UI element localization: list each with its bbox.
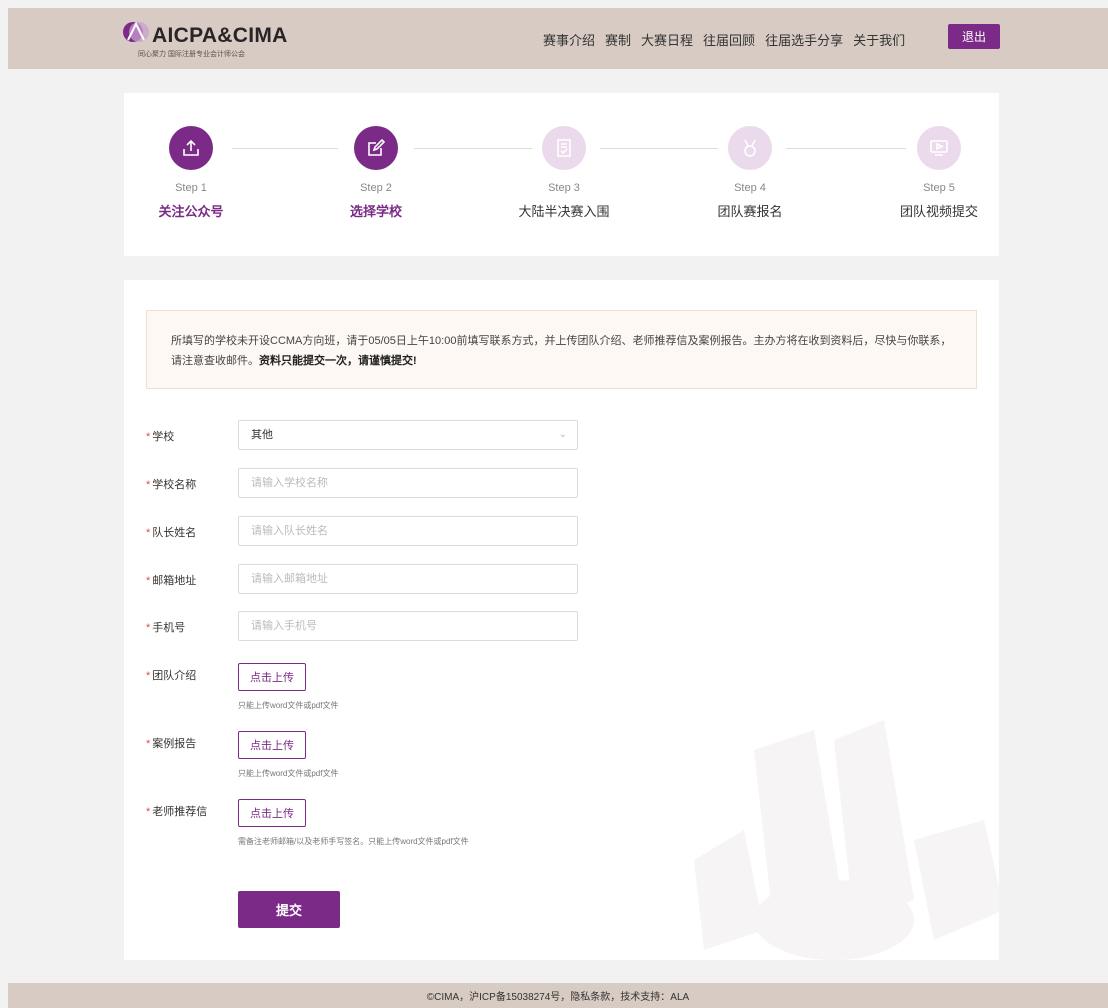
step-title: 团队赛报名 bbox=[717, 204, 783, 219]
step-3: Step 3 大陆半决赛入围 bbox=[504, 126, 624, 220]
step-1: Step 1 关注公众号 bbox=[131, 126, 251, 220]
teacher-letter-hint: 需备注老师邮箱/以及老师手写签名。只能上传word文件或pdf文件 bbox=[238, 837, 469, 846]
document-check-icon bbox=[542, 126, 586, 170]
main-nav: 赛事介绍 赛制 大赛日程 往届回顾 往届选手分享 关于我们 bbox=[543, 30, 905, 49]
case-report-hint: 只能上传word文件或pdf文件 bbox=[238, 769, 339, 778]
team-intro-upload-button[interactable]: 点击上传 bbox=[238, 663, 306, 691]
nav-item-review[interactable]: 往届回顾 bbox=[703, 30, 755, 49]
teacher-letter-label: * 老师推荐信 bbox=[146, 806, 208, 818]
captain-name-input[interactable]: 请输入队长姓名 bbox=[238, 516, 578, 546]
captain-label: * 队长姓名 bbox=[146, 527, 197, 539]
step-5: Step 5 团队视频提交 bbox=[879, 126, 999, 220]
school-select[interactable]: 其他 ⌄ bbox=[238, 420, 578, 450]
school-name-label: * 学校名称 bbox=[146, 479, 197, 491]
step-2: Step 2 选择学校 bbox=[316, 126, 436, 220]
medal-icon bbox=[728, 126, 772, 170]
step-number: Step 1 bbox=[175, 182, 207, 194]
notice-bold-text: 资料只能提交一次，请谨慎提交! bbox=[259, 355, 417, 367]
brand-logo[interactable]: AICPA&CIMA 同心聚力 国际注册专业会计师公会 bbox=[122, 20, 292, 60]
phone-input[interactable]: 请输入手机号 bbox=[238, 611, 578, 641]
progress-steps: Step 1 关注公众号 Step 2 选择学校 Step 3 大陆半决赛入围 bbox=[124, 93, 999, 256]
video-icon bbox=[917, 126, 961, 170]
email-label: * 邮箱地址 bbox=[146, 575, 197, 587]
footer-text: ©CIMA，沪ICP备15038274号，隐私条款，技术支持：ALA bbox=[426, 992, 690, 1003]
step-number: Step 3 bbox=[548, 182, 580, 194]
phone-label: * 手机号 bbox=[146, 622, 186, 634]
team-intro-label: * 团队介绍 bbox=[146, 670, 197, 682]
registration-form: 所填写的学校未开设CCMA方向班，请于05/05日上午10:00前填写联系方式，… bbox=[124, 280, 999, 960]
notice-box: 所填写的学校未开设CCMA方向班，请于05/05日上午10:00前填写联系方式，… bbox=[146, 310, 977, 389]
trophy-illustration-icon bbox=[694, 720, 999, 960]
step-number: Step 5 bbox=[923, 182, 955, 194]
step-title: 关注公众号 bbox=[158, 204, 224, 219]
edit-icon bbox=[354, 126, 398, 170]
case-report-label: * 案例报告 bbox=[146, 738, 197, 750]
page-frame: AICPA&CIMA 同心聚力 国际注册专业会计师公会 赛事介绍 赛制 大赛日程… bbox=[8, 8, 1108, 1008]
submit-button[interactable]: 提交 bbox=[238, 891, 340, 928]
step-title: 团队视频提交 bbox=[899, 204, 978, 219]
nav-item-about[interactable]: 关于我们 bbox=[853, 30, 905, 49]
logo-mark-icon bbox=[123, 21, 149, 42]
school-name-input[interactable]: 请输入学校名称 bbox=[238, 468, 578, 498]
logo-subtitle: 同心聚力 国际注册专业会计师公会 bbox=[138, 51, 245, 58]
chevron-down-icon: ⌄ bbox=[558, 429, 567, 440]
teacher-letter-upload-button[interactable]: 点击上传 bbox=[238, 799, 306, 827]
team-intro-hint: 只能上传word文件或pdf文件 bbox=[238, 701, 339, 710]
step-number: Step 2 bbox=[360, 182, 392, 194]
nav-item-event-intro[interactable]: 赛事介绍 bbox=[543, 30, 595, 49]
nav-item-rules[interactable]: 赛制 bbox=[605, 30, 631, 49]
nav-item-alumni-sharing[interactable]: 往届选手分享 bbox=[765, 30, 843, 49]
step-number: Step 4 bbox=[734, 182, 766, 194]
school-label: * 学校 bbox=[146, 431, 175, 443]
email-input[interactable]: 请输入邮箱地址 bbox=[238, 564, 578, 594]
step-4: Step 4 团队赛报名 bbox=[690, 126, 810, 220]
top-header: AICPA&CIMA 同心聚力 国际注册专业会计师公会 赛事介绍 赛制 大赛日程… bbox=[8, 8, 1108, 69]
logout-button[interactable]: 退出 bbox=[948, 24, 1000, 49]
step-title: 选择学校 bbox=[349, 204, 402, 219]
page-footer: ©CIMA，沪ICP备15038274号，隐私条款，技术支持：ALA bbox=[8, 983, 1108, 1008]
logo-text: AICPA&CIMA bbox=[152, 24, 288, 47]
nav-item-schedule[interactable]: 大赛日程 bbox=[641, 30, 693, 49]
case-report-upload-button[interactable]: 点击上传 bbox=[238, 731, 306, 759]
step-title: 大陆半决赛入围 bbox=[518, 204, 610, 219]
upload-icon bbox=[169, 126, 213, 170]
